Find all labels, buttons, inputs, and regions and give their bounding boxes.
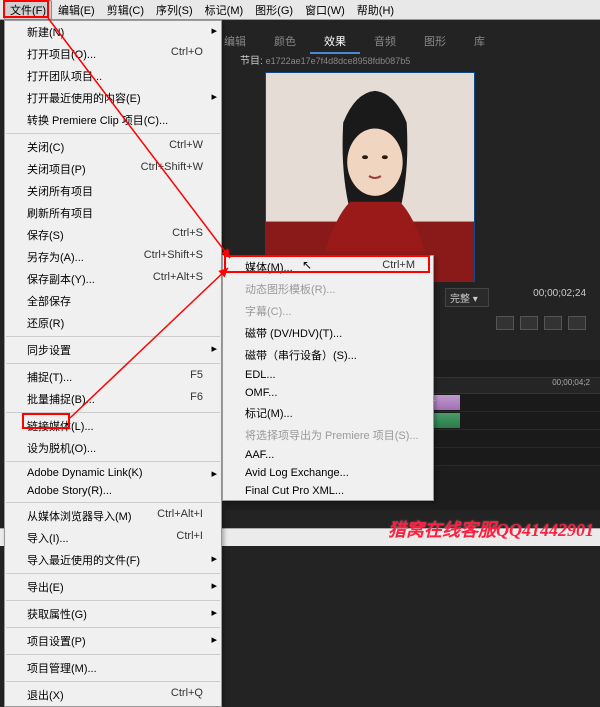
menu-item[interactable]: Adobe Dynamic Link(K)▸: [5, 464, 221, 482]
menu-item[interactable]: 还原(R): [5, 312, 221, 334]
menu-item[interactable]: 打开项目(O)...Ctrl+O: [5, 43, 221, 65]
menu-item[interactable]: 将选择项导出为 Premiere 项目(S)...: [223, 424, 433, 446]
annotation-media-highlight: [224, 255, 430, 273]
menu-item[interactable]: 设为脱机(O)...: [5, 437, 221, 459]
tool-icon[interactable]: [520, 316, 538, 330]
tab-graphics[interactable]: 图形: [410, 30, 460, 54]
menu-item[interactable]: 标记(M)...: [223, 402, 433, 424]
menu-item[interactable]: 导入最近使用的文件(F)▸: [5, 549, 221, 571]
menu-help[interactable]: 帮助(H): [351, 0, 400, 20]
tab-effects[interactable]: 效果: [310, 30, 360, 54]
tab-audio[interactable]: 音频: [360, 30, 410, 54]
menu-item[interactable]: 关闭(C)Ctrl+W: [5, 136, 221, 158]
menu-item[interactable]: 获取属性(G)▸: [5, 603, 221, 625]
menu-item[interactable]: Avid Log Exchange...: [223, 464, 433, 482]
watermark-text: 猎窝在线客服QQ41442901: [388, 516, 594, 542]
tool-icon[interactable]: [544, 316, 562, 330]
menu-item[interactable]: 保存(S)Ctrl+S: [5, 224, 221, 246]
menu-item[interactable]: EDL...: [223, 366, 433, 384]
menu-item[interactable]: 捕捉(T)...F5: [5, 366, 221, 388]
menu-item[interactable]: 打开团队项目...: [5, 65, 221, 87]
menu-item[interactable]: 同步设置▸: [5, 339, 221, 361]
menu-window[interactable]: 窗口(W): [299, 0, 351, 20]
menu-item[interactable]: 保存副本(Y)...Ctrl+Alt+S: [5, 268, 221, 290]
tool-icon[interactable]: [496, 316, 514, 330]
fit-dropdown[interactable]: 完整 ▾: [445, 288, 489, 307]
menu-item[interactable]: AAF...: [223, 446, 433, 464]
menu-item[interactable]: 导出(E)▸: [5, 576, 221, 598]
menu-marker[interactable]: 标记(M): [199, 0, 250, 20]
menu-item[interactable]: 字幕(C)...: [223, 300, 433, 322]
menu-item[interactable]: 转换 Premiere Clip 项目(C)...: [5, 109, 221, 131]
duration-display: 00;00;02;24: [533, 288, 586, 299]
monitor-tools: [496, 316, 586, 330]
menu-item[interactable]: 批量捕捉(B)...F6: [5, 388, 221, 410]
menu-item[interactable]: 新建(N)▸: [5, 21, 221, 43]
tab-library[interactable]: 库: [460, 30, 499, 54]
menu-item[interactable]: 从媒体浏览器导入(M)Ctrl+Alt+I: [5, 505, 221, 527]
menu-item[interactable]: 打开最近使用的内容(E)▸: [5, 87, 221, 109]
menu-item[interactable]: 全部保存: [5, 290, 221, 312]
menu-item[interactable]: Adobe Story(R)...: [5, 482, 221, 500]
cursor-icon: ↖: [302, 258, 312, 272]
export-submenu: 媒体(M)...Ctrl+M动态图形模板(R)...字幕(C)...磁带 (DV…: [222, 255, 434, 501]
menu-item[interactable]: 关闭所有项目: [5, 180, 221, 202]
annotation-file-highlight: [3, 0, 49, 18]
menu-item[interactable]: 磁带 (DV/HDV)(T)...: [223, 322, 433, 344]
menu-item[interactable]: 退出(X)Ctrl+Q: [5, 684, 221, 706]
menu-edit[interactable]: 编辑(E): [52, 0, 101, 20]
menu-item[interactable]: OMF...: [223, 384, 433, 402]
workspace-tabs: 编辑 颜色 效果 音频 图形 库: [210, 30, 499, 54]
menu-item[interactable]: 项目设置(P)▸: [5, 630, 221, 652]
menu-item[interactable]: 另存为(A)...Ctrl+Shift+S: [5, 246, 221, 268]
sequence-title: 节目: e1722ae17e7f4d8dce8958fdb087b5: [240, 52, 410, 67]
menu-item[interactable]: 动态图形模板(R)...: [223, 278, 433, 300]
annotation-export-highlight: [22, 413, 70, 429]
menu-item[interactable]: 磁带（串行设备）(S)...: [223, 344, 433, 366]
menu-graphic[interactable]: 图形(G): [249, 0, 299, 20]
menu-item[interactable]: 项目管理(M)...: [5, 657, 221, 679]
menu-sequence[interactable]: 序列(S): [150, 0, 199, 20]
file-menu-dropdown: 新建(N)▸打开项目(O)...Ctrl+O打开团队项目...打开最近使用的内容…: [4, 20, 222, 707]
tab-color[interactable]: 颜色: [260, 30, 310, 54]
menu-item[interactable]: 刷新所有项目: [5, 202, 221, 224]
tool-icon[interactable]: [568, 316, 586, 330]
menu-clip[interactable]: 剪辑(C): [101, 0, 150, 20]
program-monitor[interactable]: [265, 72, 475, 282]
menu-item[interactable]: Final Cut Pro XML...: [223, 482, 433, 500]
menubar: 文件(F) 编辑(E) 剪辑(C) 序列(S) 标记(M) 图形(G) 窗口(W…: [0, 0, 600, 20]
menu-item[interactable]: 关闭项目(P)Ctrl+Shift+W: [5, 158, 221, 180]
